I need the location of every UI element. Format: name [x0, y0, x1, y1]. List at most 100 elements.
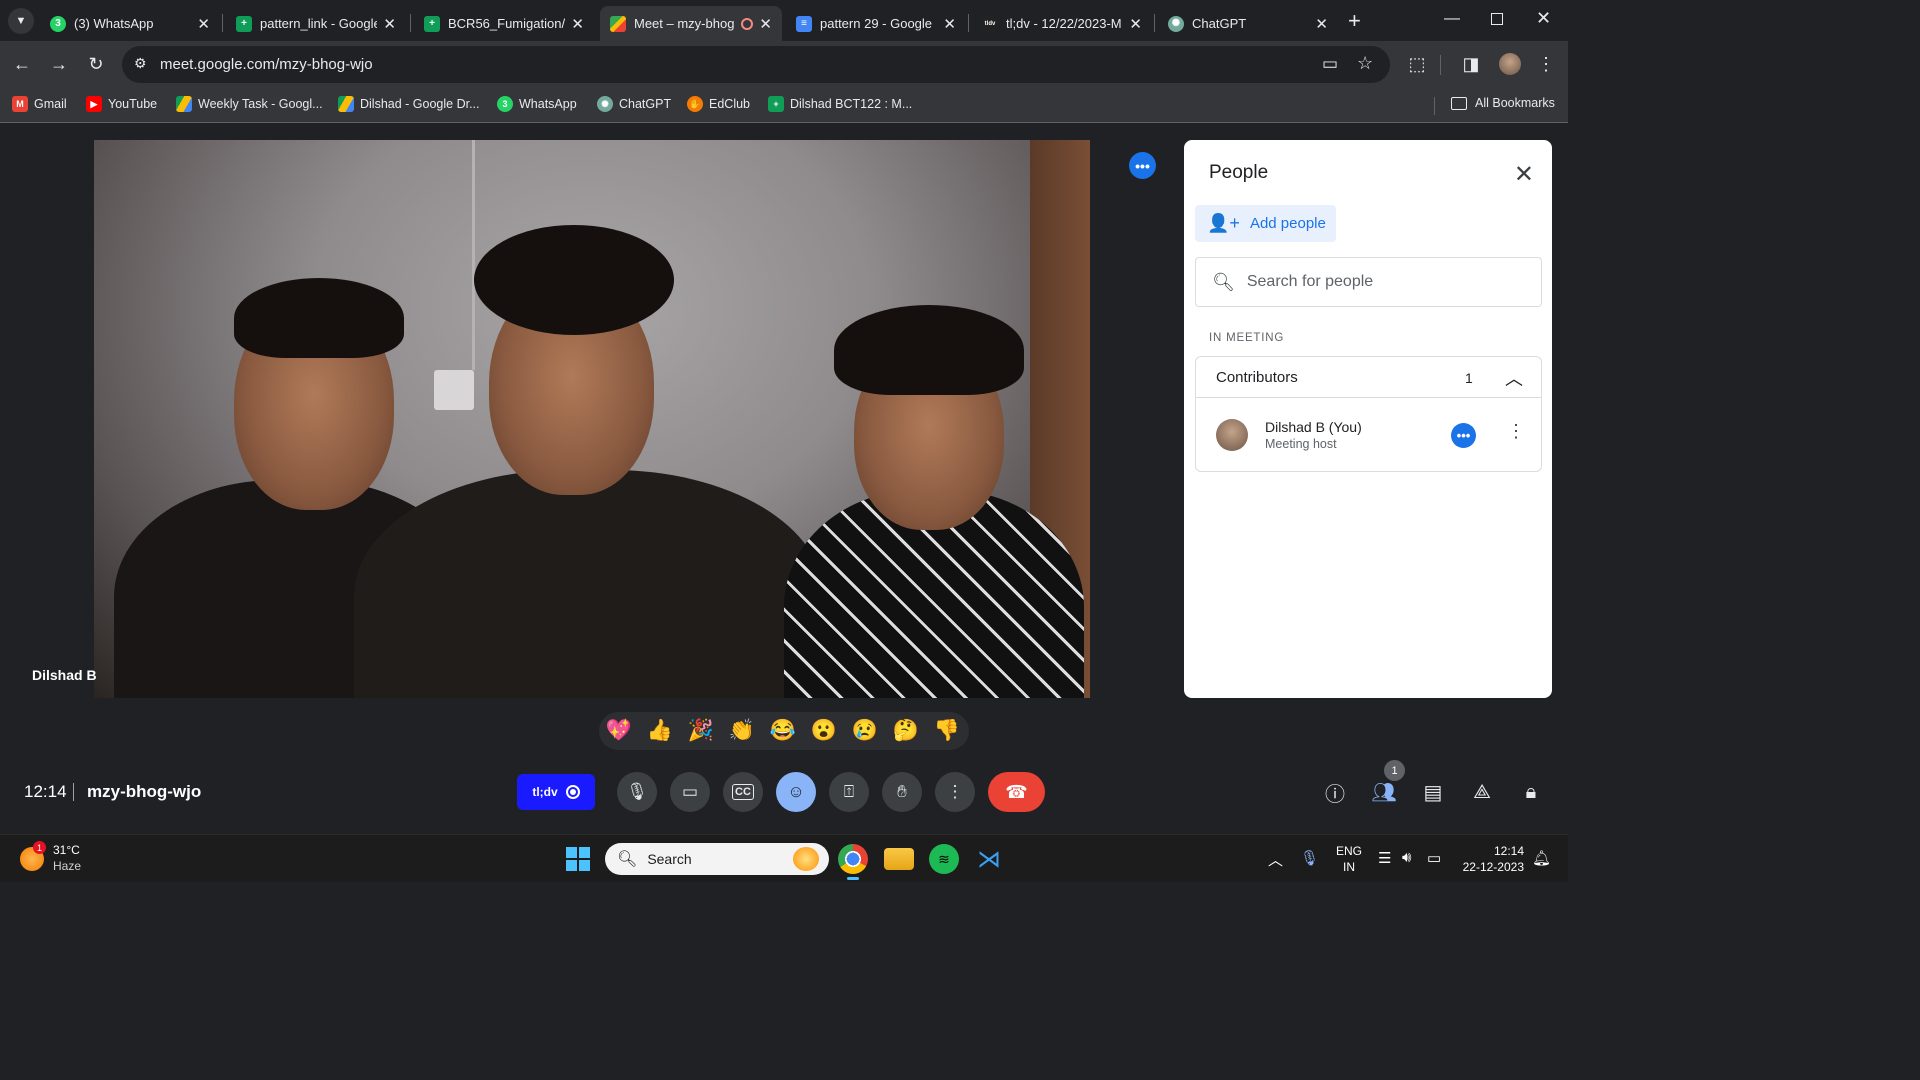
- back-icon[interactable]: ←: [11, 53, 33, 75]
- tldv-record-button[interactable]: tl;dv: [517, 774, 595, 810]
- reaction-surprised[interactable]: 😮: [810, 718, 838, 744]
- windows-start-icon[interactable]: [566, 847, 590, 871]
- system-clock[interactable]: 12:14 22-12-2023: [1460, 843, 1524, 875]
- recording-icon: [741, 17, 754, 30]
- restore-icon[interactable]: [1491, 13, 1503, 25]
- microphone-button[interactable]: 🎙︎: [617, 772, 657, 812]
- reaction-party[interactable]: 🎉: [687, 718, 715, 744]
- video-tile[interactable]: [94, 140, 1090, 698]
- contributors-header[interactable]: Contributors 1 ︿: [1196, 357, 1541, 398]
- close-icon[interactable]: ✕: [571, 15, 584, 33]
- reaction-clap[interactable]: 👏: [728, 718, 756, 744]
- temperature: 31°C: [53, 843, 80, 857]
- tab-chatgpt[interactable]: ✺ ChatGPT ✕: [1158, 6, 1338, 41]
- raise-hand-button[interactable]: ✋︎: [882, 772, 922, 812]
- clock-date: 22-12-2023: [1462, 860, 1524, 874]
- tab-tldv[interactable]: tldv tl;dv - 12/22/2023-M ✕: [972, 6, 1152, 41]
- close-icon[interactable]: ✕: [1315, 15, 1328, 33]
- bookmark-star-icon[interactable]: ☆: [1357, 53, 1373, 74]
- people-icon[interactable]: 👥︎: [1370, 778, 1398, 806]
- all-bookmarks[interactable]: All Bookmarks: [1451, 96, 1555, 110]
- hand-icon: ✋︎: [897, 782, 907, 801]
- battery-icon[interactable]: ▭: [1427, 849, 1441, 867]
- more-vert-icon[interactable]: ⋮: [1507, 421, 1525, 442]
- taskbar-search[interactable]: 🔍︎ Search: [605, 843, 829, 875]
- meeting-details-icon[interactable]: ⓘ: [1321, 778, 1349, 806]
- url-text[interactable]: meet.google.com/mzy-bhog-wjo: [160, 56, 373, 73]
- close-icon[interactable]: ✕: [759, 15, 772, 33]
- tab-whatsapp[interactable]: 3 (3) WhatsApp ✕: [40, 6, 220, 41]
- notification-bell-icon[interactable]: 🔔︎: [1532, 849, 1551, 867]
- tab-title: pattern_link - Google: [260, 16, 378, 31]
- bookmark-label: Dilshad - Google Dr...: [360, 97, 480, 111]
- search-icon: 🔍︎: [617, 851, 638, 868]
- side-panel-icon[interactable]: ◨: [1460, 53, 1482, 75]
- tab-separator: [1154, 14, 1155, 32]
- address-bar[interactable]: ⚙ meet.google.com/mzy-bhog-wjo ▭ ☆: [122, 46, 1390, 83]
- close-icon[interactable]: ✕: [1129, 15, 1142, 33]
- captions-button[interactable]: CC: [723, 772, 763, 812]
- reaction-laugh[interactable]: 😂: [769, 718, 797, 744]
- close-icon[interactable]: ✕: [383, 15, 396, 33]
- chrome-taskbar-icon[interactable]: [838, 844, 868, 880]
- reactions-button[interactable]: ☺: [776, 772, 816, 812]
- site-info-icon[interactable]: ⚙: [134, 55, 147, 72]
- present-button[interactable]: ⍐: [829, 772, 869, 812]
- add-people-button[interactable]: 👤+ Add people: [1195, 205, 1336, 242]
- panel-title: People: [1209, 162, 1269, 183]
- spotify-icon[interactable]: ≋: [929, 844, 959, 874]
- chevron-up-icon[interactable]: ︿: [1268, 849, 1283, 870]
- close-icon[interactable]: ✕: [943, 15, 956, 33]
- chevron-up-icon[interactable]: ︿: [1505, 365, 1523, 391]
- close-icon[interactable]: ✕: [1514, 160, 1534, 189]
- file-explorer-icon[interactable]: [884, 848, 914, 870]
- bookmark-weekly-task[interactable]: Weekly Task - Googl...: [176, 96, 323, 112]
- reload-icon[interactable]: ↻: [85, 53, 107, 75]
- tab-meet[interactable]: Meet – mzy-bhog ✕: [600, 6, 782, 41]
- browser-menu-icon[interactable]: ⋮: [1535, 53, 1557, 75]
- bookmark-edclub[interactable]: ✋ EdClub: [687, 96, 750, 112]
- minimize-icon[interactable]: —: [1444, 10, 1460, 28]
- tile-options-button[interactable]: •••: [1129, 152, 1156, 179]
- forward-icon[interactable]: →: [48, 53, 70, 75]
- reaction-thumbs-up[interactable]: 👍: [646, 718, 674, 744]
- tldv-icon: tldv: [982, 15, 998, 32]
- bookmark-dilshad-drive[interactable]: Dilshad - Google Dr...: [338, 96, 480, 112]
- language-indicator[interactable]: ENG IN: [1336, 843, 1362, 875]
- camera-button[interactable]: ▭: [670, 772, 710, 812]
- profile-avatar[interactable]: [1499, 53, 1521, 75]
- close-icon[interactable]: ✕: [197, 15, 210, 33]
- vscode-icon[interactable]: ⋊: [974, 844, 1004, 874]
- bookmark-whatsapp[interactable]: 3 WhatsApp: [497, 96, 577, 112]
- end-call-button[interactable]: ☎: [988, 772, 1045, 812]
- more-options-button[interactable]: ⋮: [935, 772, 975, 812]
- host-controls-icon[interactable]: 🔒︎: [1517, 778, 1545, 806]
- people-panel: People ✕ 👤+ Add people 🔍︎ Search for peo…: [1184, 140, 1552, 698]
- extensions-icon[interactable]: ⬚: [1406, 53, 1428, 75]
- participant-options-button[interactable]: •••: [1451, 423, 1476, 448]
- reaction-thinking[interactable]: 🤔: [892, 718, 920, 744]
- close-window-icon[interactable]: ✕: [1536, 8, 1551, 29]
- camera-in-use-icon[interactable]: ▭: [1322, 54, 1338, 74]
- volume-icon[interactable]: 🔊︎: [1402, 849, 1411, 866]
- tab-search-button[interactable]: ▼: [8, 8, 34, 34]
- wifi-icon[interactable]: ☰: [1378, 849, 1391, 867]
- new-tab-button[interactable]: +: [1348, 8, 1361, 34]
- search-people-input[interactable]: 🔍︎ Search for people: [1195, 257, 1542, 307]
- reaction-heart[interactable]: 💖: [605, 718, 633, 744]
- bookmark-dilshad-bct122[interactable]: + Dilshad BCT122 : M...: [768, 96, 912, 112]
- add-person-icon: 👤+: [1207, 213, 1240, 233]
- tab-pattern-link[interactable]: + pattern_link - Google ✕: [226, 6, 406, 41]
- bookmark-gmail[interactable]: M Gmail: [12, 96, 67, 112]
- group-count: 1: [1465, 370, 1473, 386]
- chat-icon[interactable]: ▤: [1419, 778, 1447, 806]
- mic-icon[interactable]: 🎙︎: [1300, 849, 1319, 867]
- meet-icon: [610, 15, 626, 32]
- activities-icon[interactable]: ⟁: [1468, 778, 1496, 806]
- tab-pattern-29[interactable]: ≡ pattern 29 - Google ✕: [786, 6, 966, 41]
- reaction-sad[interactable]: 😢: [851, 718, 879, 744]
- tab-bcr56[interactable]: + BCR56_Fumigation/C ✕: [414, 6, 594, 41]
- bookmark-youtube[interactable]: ▶ YouTube: [86, 96, 157, 112]
- bookmark-chatgpt[interactable]: ✺ ChatGPT: [597, 96, 671, 112]
- reaction-thumbs-down[interactable]: 👎: [933, 718, 961, 744]
